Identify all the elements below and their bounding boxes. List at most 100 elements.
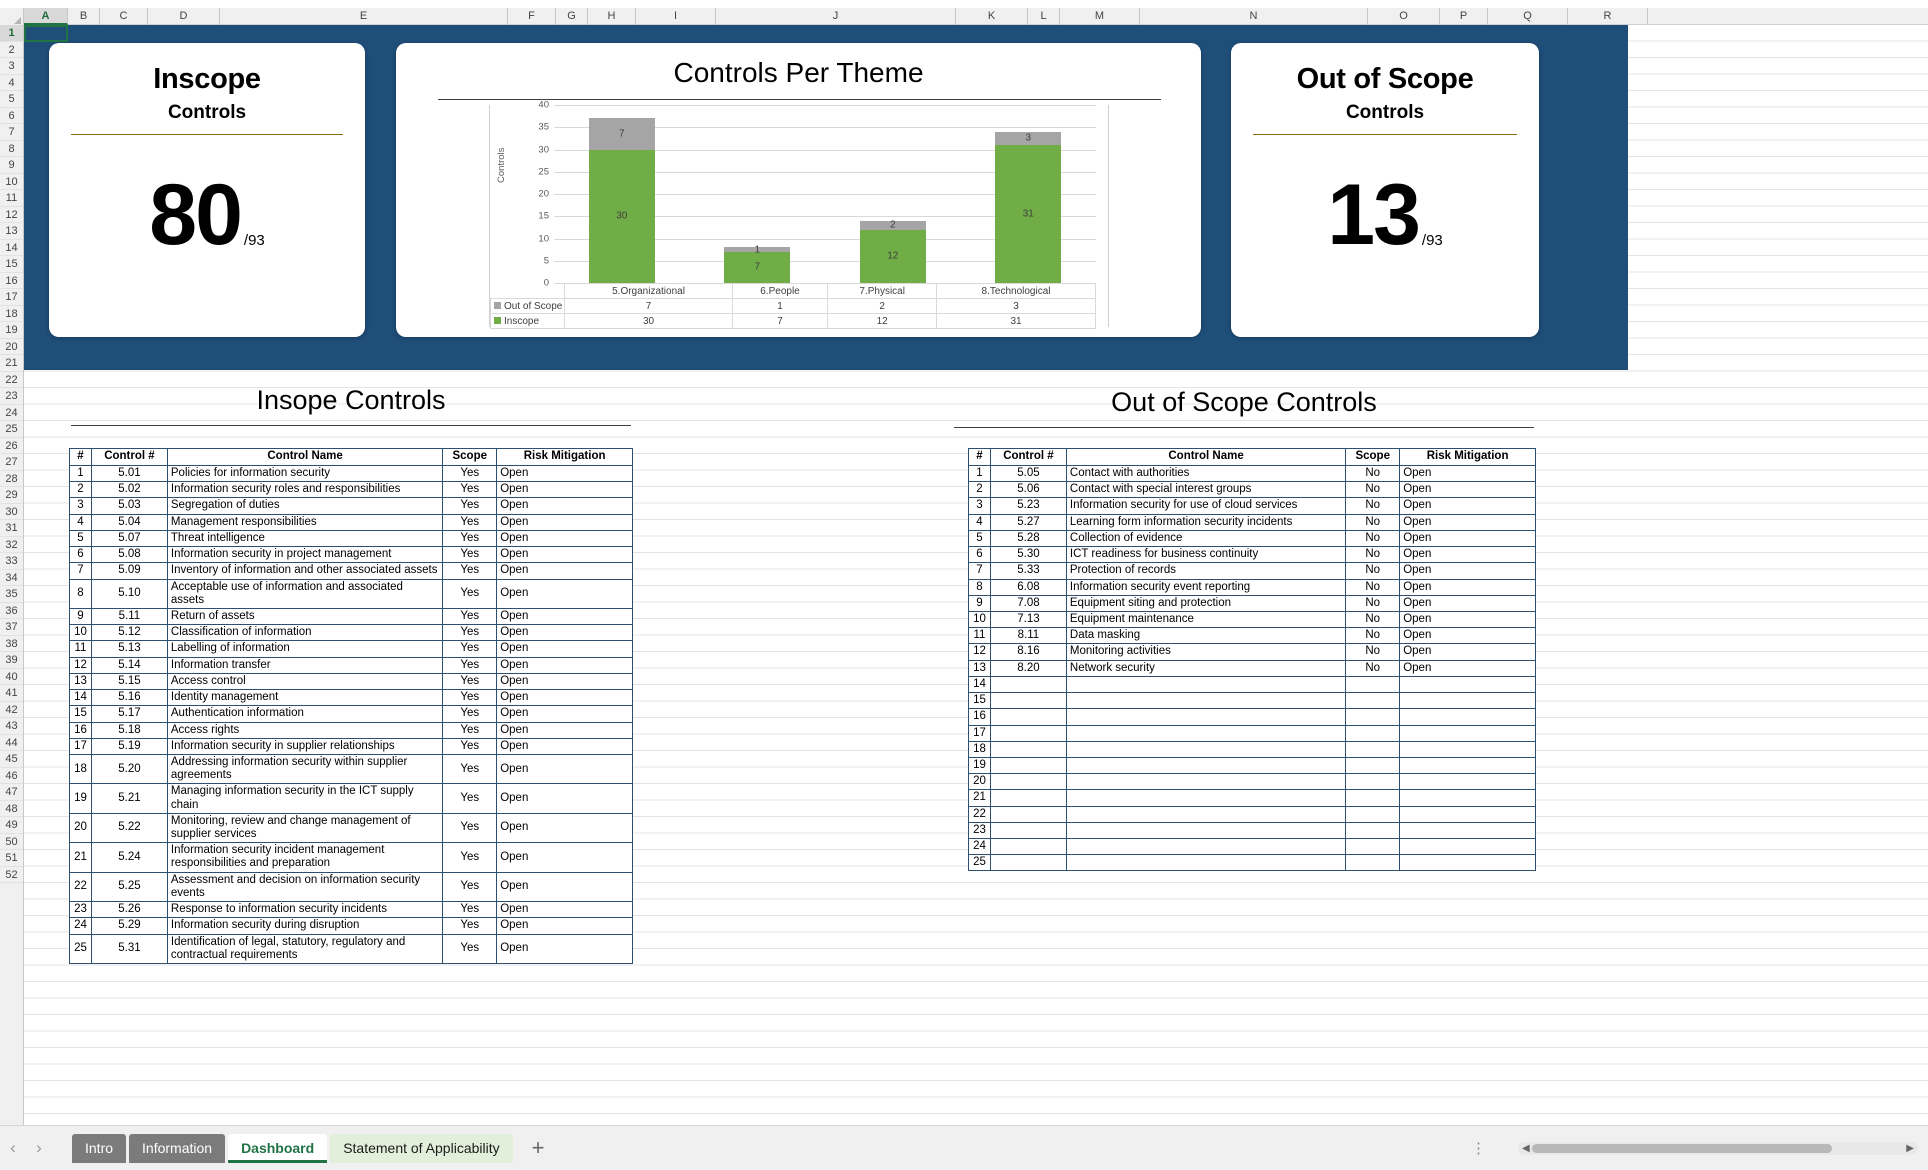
cell-scope[interactable]: Yes (442, 562, 498, 580)
column-header-k[interactable]: K (956, 8, 1028, 25)
cell-cnum[interactable]: 5.02 (90, 481, 168, 499)
cell-name[interactable] (1065, 789, 1347, 807)
cell-risk[interactable] (1399, 756, 1536, 775)
cell-num[interactable]: 22 (968, 805, 991, 823)
row-header-16[interactable]: 16 (0, 273, 23, 289)
cell-num[interactable]: 21 (968, 789, 991, 807)
table-row[interactable]: 8 5.10 Acceptable use of information and a… (69, 578, 633, 609)
table-row[interactable]: 20 (968, 773, 1536, 791)
cell-scope[interactable]: No (1345, 594, 1401, 612)
table-row[interactable]: 7 5.09 Inventory of information and other … (69, 562, 633, 580)
table-row[interactable]: 9 5.11 Return of assets Yes Open (69, 607, 633, 626)
cell-name[interactable]: Information security event reporting (1065, 578, 1347, 596)
cell-scope[interactable]: No (1345, 529, 1401, 548)
cell-num[interactable]: 14 (968, 675, 991, 694)
sheet-tab-information[interactable]: Information (129, 1133, 226, 1163)
cell-risk[interactable] (1399, 724, 1536, 742)
cell-num[interactable]: 25 (69, 933, 92, 965)
row-header-17[interactable]: 17 (0, 289, 23, 306)
cell-risk[interactable] (1399, 708, 1536, 726)
cell-cnum[interactable]: 5.30 (989, 546, 1067, 564)
cell-num[interactable]: 10 (968, 610, 991, 629)
cell-scope[interactable]: No (1345, 578, 1401, 596)
table-row[interactable]: 12 8.16 Monitoring activities No Open (968, 643, 1536, 661)
table-row[interactable]: 17 (968, 724, 1536, 742)
cell-name[interactable] (1065, 805, 1347, 823)
cell-cnum[interactable]: 5.21 (90, 783, 168, 814)
cell-name[interactable]: ICT readiness for business continuity (1065, 546, 1347, 564)
cell-name[interactable] (1065, 821, 1347, 840)
row-header-30[interactable]: 30 (0, 504, 23, 520)
row-header-38[interactable]: 38 (0, 636, 23, 652)
cell-risk[interactable]: Open (496, 672, 633, 691)
table-row[interactable]: 5 5.28 Collection of evidence No Open (968, 529, 1536, 548)
row-header-13[interactable]: 13 (0, 223, 23, 240)
column-header-q[interactable]: Q (1488, 8, 1568, 25)
cell-risk[interactable]: Open (496, 753, 633, 785)
cell-name[interactable]: Managing information security in the ICT… (166, 783, 444, 814)
cell-name[interactable] (1065, 756, 1347, 775)
cell-scope[interactable]: Yes (442, 481, 498, 499)
cell-name[interactable]: Access control (166, 672, 444, 691)
cell-name[interactable]: Segregation of duties (166, 497, 444, 515)
row-header-3[interactable]: 3 (0, 58, 23, 75)
cell-num[interactable]: 14 (69, 689, 92, 707)
cell-name[interactable]: Information security for use of cloud se… (1065, 497, 1347, 515)
table-row[interactable]: 24 5.29 Information security during disrup… (69, 917, 633, 935)
cell-scope[interactable]: No (1345, 562, 1401, 580)
cell-name[interactable]: Monitoring activities (1065, 643, 1347, 661)
table-row[interactable]: 2 5.06 Contact with special interest group… (968, 481, 1536, 499)
cell-risk[interactable]: Open (496, 933, 633, 965)
column-header-c[interactable]: C (100, 8, 148, 25)
cell-scope[interactable]: Yes (442, 578, 498, 609)
cell-risk[interactable]: Open (496, 578, 633, 609)
cell-scope[interactable] (1345, 708, 1401, 726)
table-row[interactable]: 5 5.07 Threat intelligence Yes Open (69, 529, 633, 548)
cell-scope[interactable]: Yes (442, 842, 498, 873)
cell-cnum[interactable]: 5.16 (90, 689, 168, 707)
cell-risk[interactable]: Open (496, 705, 633, 723)
cell-cnum[interactable]: 8.16 (989, 643, 1067, 661)
column-header-b[interactable]: B (68, 8, 100, 25)
cell-cnum[interactable]: 5.22 (90, 812, 168, 844)
table-row[interactable]: 19 5.21 Managing information security in t… (69, 783, 633, 814)
cell-num[interactable]: 1 (968, 464, 991, 483)
cell-scope[interactable]: Yes (442, 624, 498, 642)
cell-num[interactable]: 24 (69, 917, 92, 935)
table-row[interactable]: 6 5.30 ICT readiness for business continui… (968, 546, 1536, 564)
table-row[interactable]: 18 5.20 Addressing information security wi… (69, 753, 633, 785)
column-header-f[interactable]: F (508, 8, 556, 25)
row-header-23[interactable]: 23 (0, 388, 23, 405)
row-header-11[interactable]: 11 (0, 190, 23, 207)
table-row[interactable]: 25 5.31 Identification of legal, statutory… (69, 933, 633, 965)
scrollbar-thumb[interactable] (1532, 1143, 1832, 1153)
cell-scope[interactable]: Yes (442, 721, 498, 739)
row-header-bar[interactable]: 1 2 3 4 5 6 7 8 9 10 11 12 13 14 15 16 17 18 19 20 21 22 23 24 2… (0, 25, 24, 1125)
cell-cnum[interactable]: 5.12 (90, 624, 168, 642)
row-header-29[interactable]: 29 (0, 487, 23, 504)
cell-num[interactable]: 20 (69, 812, 92, 844)
cell-risk[interactable] (1399, 773, 1536, 791)
cell-name[interactable]: Assessment and decision on information s… (166, 871, 444, 903)
cell-scope[interactable]: No (1345, 610, 1401, 629)
cell-scope[interactable] (1345, 789, 1401, 807)
cell-risk[interactable] (1399, 675, 1536, 694)
cell-num[interactable]: 7 (69, 562, 92, 580)
cell-name[interactable]: Access rights (166, 721, 444, 739)
cell-cnum[interactable]: 5.03 (90, 497, 168, 515)
cell-cnum[interactable]: 5.10 (90, 578, 168, 609)
cell-cnum[interactable] (989, 789, 1067, 807)
cell-name[interactable]: Acceptable use of information and associ… (166, 578, 444, 609)
cell-risk[interactable]: Open (496, 689, 633, 707)
cell-name[interactable]: Data masking (1065, 627, 1347, 645)
cell-name[interactable]: Addressing information security within s… (166, 753, 444, 785)
row-header-36[interactable]: 36 (0, 603, 23, 619)
table-row[interactable]: 6 5.08 Information security in project man… (69, 546, 633, 564)
table-row[interactable]: 10 5.12 Classification of information Yes Op… (69, 624, 633, 642)
cell-scope[interactable] (1345, 805, 1401, 823)
cell-risk[interactable] (1399, 789, 1536, 807)
cell-risk[interactable]: Open (1399, 481, 1536, 499)
cell-name[interactable]: Information security roles and responsib… (166, 481, 444, 499)
cell-num[interactable]: 9 (968, 594, 991, 612)
cell-scope[interactable] (1345, 773, 1401, 791)
